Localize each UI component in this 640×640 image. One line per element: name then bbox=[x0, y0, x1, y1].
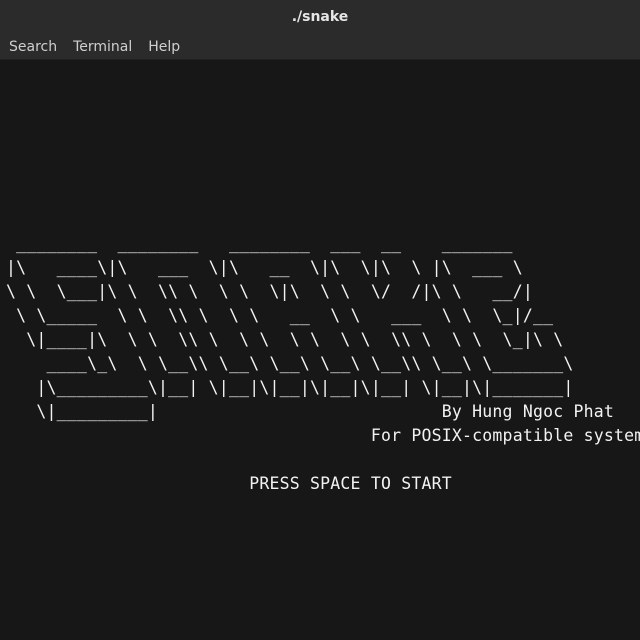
menu-help[interactable]: Help bbox=[140, 36, 188, 58]
ascii-art-line: \|____|\ \ \ \\ \ \ \ \ \ \ \ \\ \ \ \ \… bbox=[6, 330, 564, 349]
window-title: ./snake bbox=[291, 9, 349, 25]
title-bar: ./snake bbox=[0, 0, 640, 34]
menu-bar: Search Terminal Help bbox=[0, 34, 640, 60]
terminal-screen[interactable]: ________ ________ ________ ___ __ ______… bbox=[0, 60, 640, 640]
ascii-art-line: ____\_\ \ \__\\ \__\ \__\ \__\ \__\\ \__… bbox=[6, 354, 574, 373]
ascii-art-line: \ \_____ \ \ \\ \ \ \ __ \ \ ___ \ \ \_|… bbox=[6, 306, 554, 325]
ascii-art-line: |\_________\|__| \|__|\|__|\|__|\|__| \|… bbox=[6, 378, 574, 397]
start-prompt: PRESS SPACE TO START bbox=[6, 474, 452, 493]
compatibility-line: For POSIX-compatible systems bbox=[6, 426, 640, 445]
ascii-art-line: \ \ \___|\ \ \\ \ \ \ \|\ \ \ \/ /|\ \ _… bbox=[6, 282, 533, 301]
menu-terminal[interactable]: Terminal bbox=[65, 36, 140, 58]
ascii-art-line: ________ ________ ________ ___ __ ______… bbox=[6, 234, 513, 253]
ascii-art-line: |\ ____\|\ ___ \|\ __ \|\ \|\ \ |\ ___ \ bbox=[6, 258, 523, 277]
author-credit-line: \|_________| By Hung Ngoc Phat bbox=[6, 402, 615, 421]
menu-search[interactable]: Search bbox=[1, 36, 65, 58]
